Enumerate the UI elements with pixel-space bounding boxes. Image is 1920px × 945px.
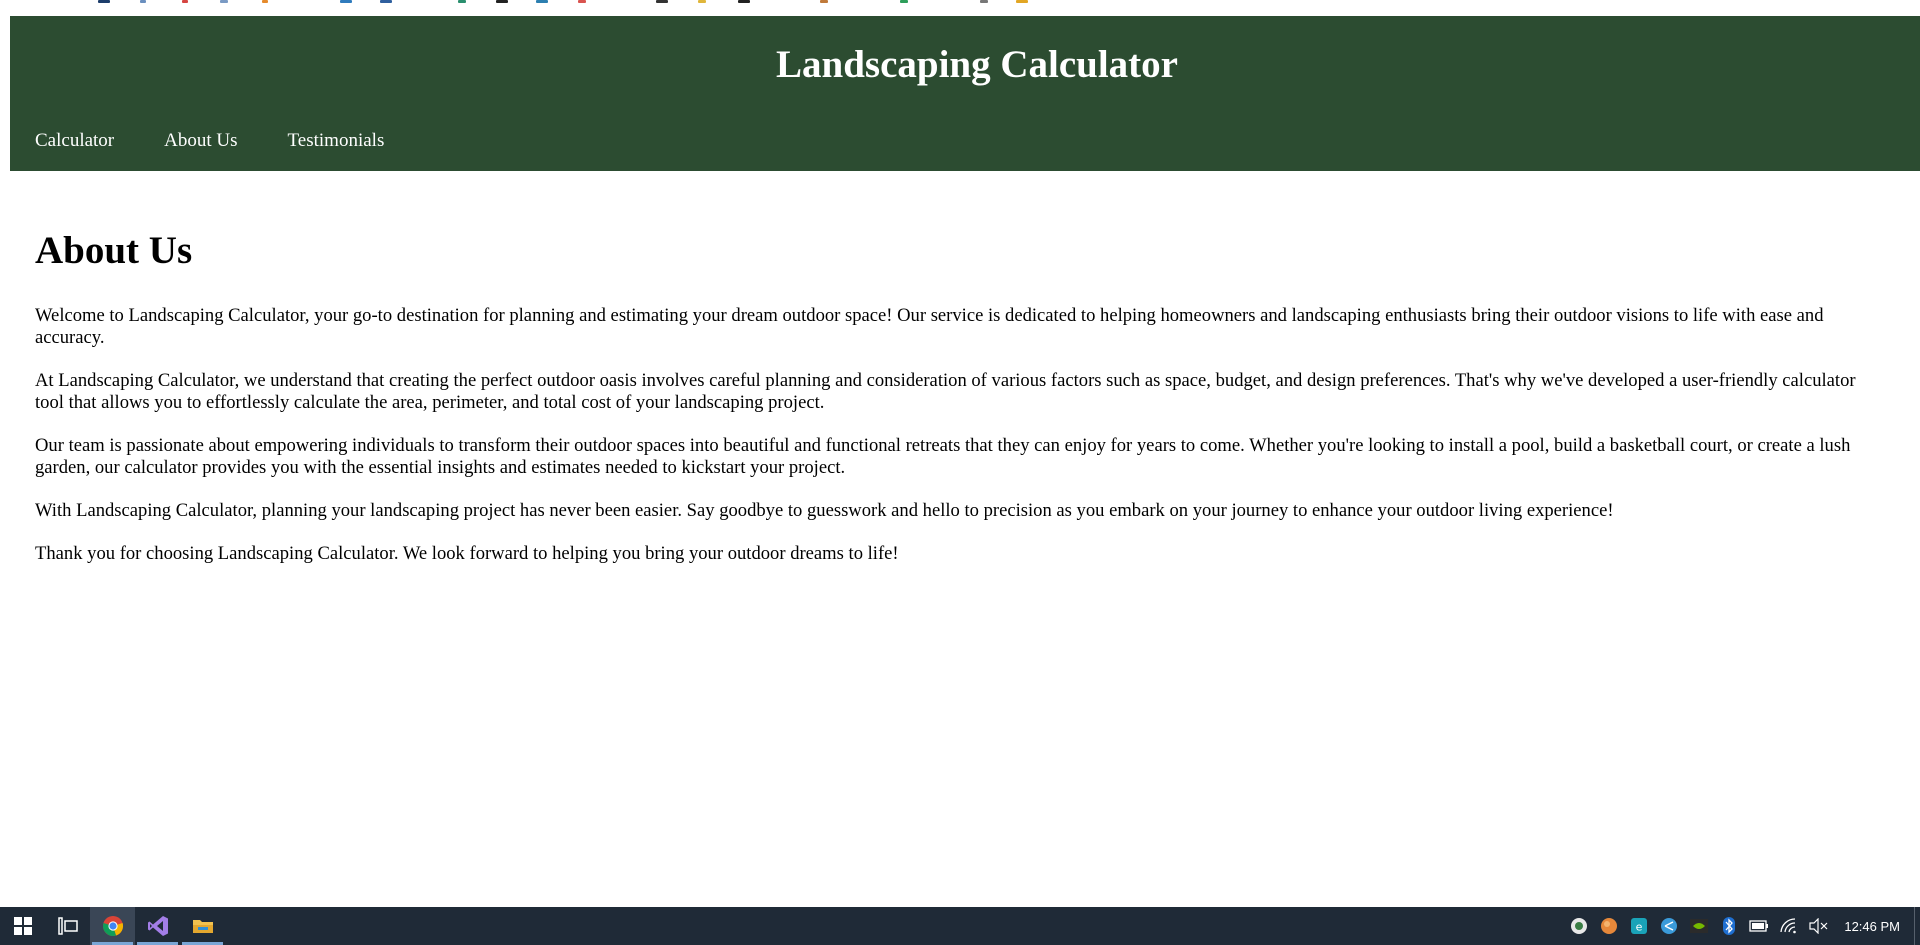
about-section: About Us Welcome to Landscaping Calculat…	[35, 228, 1885, 586]
bookmark-icon[interactable]	[380, 0, 392, 3]
page-title: About Us	[35, 229, 193, 272]
about-paragraph: With Landscaping Calculator, planning yo…	[35, 499, 1614, 521]
windows-start-icon	[13, 917, 32, 935]
bookmark-icon[interactable]	[1016, 0, 1028, 3]
bookmark-icon[interactable]	[820, 0, 828, 3]
system-tray: e 12:46 PM	[1564, 907, 1920, 945]
tray-teal-icon: e	[1631, 918, 1648, 934]
main-nav: Calculator About Us Testimonials	[35, 130, 434, 153]
bookmark-icon[interactable]	[738, 0, 750, 3]
tray-orange-button[interactable]	[1598, 907, 1620, 945]
chrome-icon	[102, 916, 123, 936]
bookmarks-bar	[0, 0, 1920, 16]
bookmark-icon[interactable]	[578, 0, 586, 3]
volume-button[interactable]	[1808, 907, 1830, 945]
bookmark-icon[interactable]	[536, 0, 548, 3]
wifi-icon	[1780, 918, 1797, 934]
bookmark-icon[interactable]	[220, 0, 228, 3]
site-header: Landscaping Calculator Calculator About …	[10, 16, 1920, 171]
bluetooth-button[interactable]	[1718, 907, 1740, 945]
bookmark-icon[interactable]	[496, 0, 508, 3]
battery-button[interactable]	[1748, 907, 1770, 945]
taskbar-app-file-explorer[interactable]	[180, 907, 225, 945]
bookmark-icon[interactable]	[98, 0, 110, 3]
taskbar-clock[interactable]: 12:46 PM	[1844, 919, 1900, 934]
svg-text:e: e	[1636, 921, 1643, 934]
visual-studio-icon	[147, 916, 168, 936]
tray-app-icon	[1571, 918, 1588, 934]
bookmark-icon[interactable]	[182, 0, 188, 3]
about-paragraph: At Landscaping Calculator, we understand…	[35, 369, 1856, 413]
bluetooth-icon	[1723, 917, 1736, 935]
tray-teal-button[interactable]: e	[1628, 907, 1650, 945]
task-view-button[interactable]	[45, 907, 90, 945]
bookmark-icon[interactable]	[458, 0, 466, 3]
file-explorer-icon	[192, 920, 213, 933]
taskbar: e 12:46 PM	[0, 907, 1920, 945]
bookmark-icon[interactable]	[340, 0, 352, 3]
tray-share-button[interactable]	[1658, 907, 1680, 945]
nav-link-testimonials[interactable]: Testimonials	[288, 130, 385, 153]
nvidia-button[interactable]	[1688, 907, 1710, 945]
site-title: Landscaping Calculator	[776, 43, 1178, 86]
taskbar-app-visual-studio[interactable]	[135, 907, 180, 945]
bookmark-icon[interactable]	[262, 0, 268, 3]
about-paragraph: Thank you for choosing Landscaping Calcu…	[35, 542, 899, 564]
speaker-muted-icon	[1809, 918, 1828, 934]
tray-app-button[interactable]	[1568, 907, 1590, 945]
nvidia-icon	[1690, 919, 1709, 933]
bookmark-icon[interactable]	[900, 0, 908, 3]
start-button[interactable]	[0, 907, 45, 945]
wifi-button[interactable]	[1778, 907, 1800, 945]
bookmark-icon[interactable]	[656, 0, 668, 3]
bookmark-icon[interactable]	[140, 0, 146, 3]
tray-share-icon	[1661, 918, 1678, 934]
show-desktop-button[interactable]	[1914, 907, 1920, 945]
nav-link-about-us[interactable]: About Us	[164, 130, 237, 153]
tray-orange-icon	[1601, 918, 1618, 934]
bookmark-icon[interactable]	[698, 0, 706, 3]
battery-icon	[1749, 920, 1769, 932]
about-paragraph: Our team is passionate about empowering …	[35, 434, 1851, 478]
taskbar-app-chrome[interactable]	[90, 907, 135, 945]
task-view-icon	[57, 917, 78, 935]
about-paragraph: Welcome to Landscaping Calculator, your …	[35, 304, 1824, 348]
nav-link-calculator[interactable]: Calculator	[35, 130, 114, 153]
bookmark-icon[interactable]	[980, 0, 988, 3]
